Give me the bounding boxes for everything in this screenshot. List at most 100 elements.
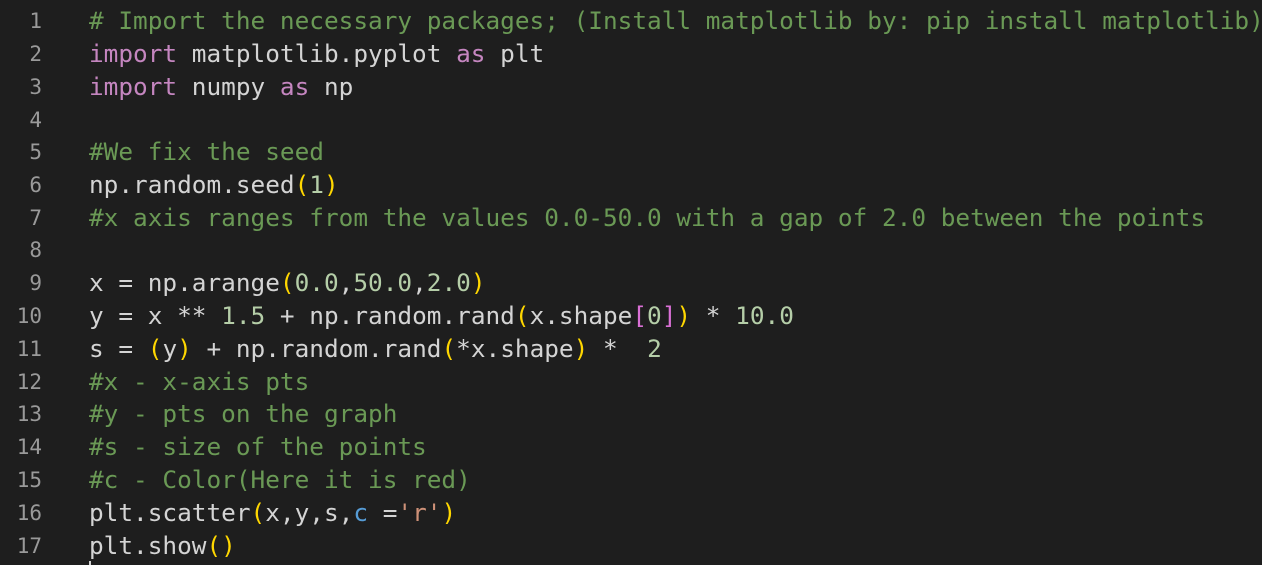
code-token: as [279, 72, 310, 101]
code-token: + np.random.rand [265, 301, 515, 330]
line-number: 9 [29, 271, 42, 295]
line-number: 5 [29, 140, 42, 164]
code-token: ) [441, 498, 457, 527]
code-token: #y - pts on the graph [89, 399, 398, 428]
code-line[interactable]: 6 np.random.seed(1) [0, 168, 1262, 201]
code-token: ( [147, 334, 163, 363]
code-line[interactable]: 17 plt.show() [0, 529, 1262, 562]
code-token: 0.0 [294, 268, 339, 297]
code-token: ) [177, 334, 192, 363]
line-number: 1 [29, 9, 42, 33]
code-text: #x - x-axis pts [89, 368, 309, 396]
code-line[interactable]: 15 #c - Color(Here it is red) [0, 463, 1262, 496]
code-text: x = np.arange(0.0,50.0,2.0) [89, 269, 486, 297]
code-text: #s - size of the points [89, 433, 427, 461]
code-token: [ [632, 301, 648, 330]
code-text: plt.scatter(x,y,s,c ='r') [89, 499, 456, 527]
code-token: *x.shape [456, 334, 574, 363]
code-text: #We fix the seed [89, 138, 324, 166]
line-number: 15 [16, 468, 42, 492]
code-token: , [338, 268, 354, 297]
line-number: 17 [16, 534, 42, 558]
code-token: # Import the necessary packages; (Instal… [89, 6, 1262, 35]
code-token: ] [661, 301, 677, 330]
line-number: 4 [29, 108, 42, 132]
code-token: y = x ** [89, 301, 222, 330]
code-token: import [89, 72, 178, 101]
code-token: ( [250, 498, 266, 527]
code-token: y [162, 334, 178, 363]
code-line[interactable]: 14 #s - size of the points [0, 430, 1262, 463]
code-token: #x axis ranges from the values 0.0-50.0 … [89, 203, 1206, 232]
code-text: import matplotlib.pyplot as plt [89, 40, 544, 68]
line-number: 6 [29, 173, 42, 197]
code-token: np.random.seed [89, 170, 295, 199]
code-token: x,y,s, [265, 498, 354, 527]
code-token: x = np.arange [89, 268, 280, 297]
code-text: y = x ** 1.5 + np.random.rand(x.shape[0]… [89, 302, 794, 330]
code-line[interactable]: 2 import matplotlib.pyplot as plt [0, 37, 1262, 70]
line-number: 3 [29, 75, 42, 99]
code-token: 1 [309, 170, 324, 199]
code-token: plt.scatter [89, 498, 251, 527]
code-token: s = [89, 334, 148, 363]
code-line[interactable]: 7 #x axis ranges from the values 0.0-50.0… [0, 201, 1262, 234]
line-number: 16 [16, 501, 42, 525]
code-text: #x axis ranges from the values 0.0-50.0 … [89, 204, 1205, 232]
line-number: 7 [29, 206, 42, 230]
code-token: 50.0 [353, 268, 413, 297]
code-line[interactable]: 5 #We fix the seed [0, 135, 1262, 168]
code-token: x.shape [529, 301, 633, 330]
code-token: 10.0 [735, 301, 794, 330]
code-token: np [309, 72, 354, 101]
code-token: numpy [177, 72, 280, 101]
code-text: plt.show() [89, 532, 236, 560]
code-text: # Import the necessary packages; (Instal… [89, 7, 1262, 35]
code-line[interactable]: 11 s = (y) + np.random.rand(*x.shape) * 2 [0, 332, 1262, 365]
code-line[interactable]: 3 import numpy as np [0, 70, 1262, 103]
code-token: plt [485, 39, 545, 68]
code-text: #y - pts on the graph [89, 400, 397, 428]
line-number: 12 [16, 370, 42, 394]
code-token: #We fix the seed [89, 137, 324, 166]
code-token: #x - x-axis pts [89, 367, 310, 396]
code-token: c [353, 498, 369, 527]
code-token: 'r' [397, 498, 442, 527]
code-token: ( [279, 268, 295, 297]
code-token: plt.show [89, 531, 207, 560]
code-line[interactable]: 8 [0, 233, 1262, 266]
line-number: 13 [16, 402, 42, 426]
code-token: 0 [647, 301, 662, 330]
code-token: ) [470, 268, 486, 297]
code-text: np.random.seed(1) [89, 171, 339, 199]
code-token: import [89, 39, 178, 68]
code-token: 1.5 [221, 301, 266, 330]
code-text: #c - Color(Here it is red) [89, 466, 471, 494]
code-line[interactable]: 9x = np.arange(0.0,50.0,2.0) [0, 266, 1262, 299]
code-line[interactable]: 13 #y - pts on the graph [0, 397, 1262, 430]
code-token: * [588, 334, 648, 363]
code-editor[interactable]: 1 # Import the necessary packages; (Insta… [0, 0, 1262, 565]
code-token: = [368, 498, 398, 527]
code-line[interactable]: 1 # Import the necessary packages; (Insta… [0, 4, 1262, 37]
code-token: ( [441, 334, 457, 363]
code-line[interactable]: 10 y = x ** 1.5 + np.random.rand(x.shape[… [0, 299, 1262, 332]
code-token: #c - Color(Here it is red) [89, 465, 471, 494]
code-token: * [691, 301, 736, 330]
line-number: 8 [29, 238, 42, 262]
code-token: 2.0 [426, 268, 471, 297]
code-token: #s - size of the points [89, 432, 427, 461]
code-line[interactable]: 16 plt.scatter(x,y,s,c ='r') [0, 496, 1262, 529]
line-number: 10 [16, 304, 42, 328]
code-line[interactable]: 4 [0, 103, 1262, 136]
code-token: as [456, 39, 486, 68]
code-text: s = (y) + np.random.rand(*x.shape) * 2 [89, 335, 662, 363]
line-number: 14 [16, 435, 42, 459]
code-token: ) [573, 334, 589, 363]
code-line[interactable]: 12 #x - x-axis pts [0, 365, 1262, 398]
code-token: + np.random.rand [191, 334, 442, 363]
code-token: , [412, 268, 427, 297]
code-token: ( [514, 301, 530, 330]
code-token: 2 [647, 334, 662, 363]
code-token: ) [323, 170, 339, 199]
